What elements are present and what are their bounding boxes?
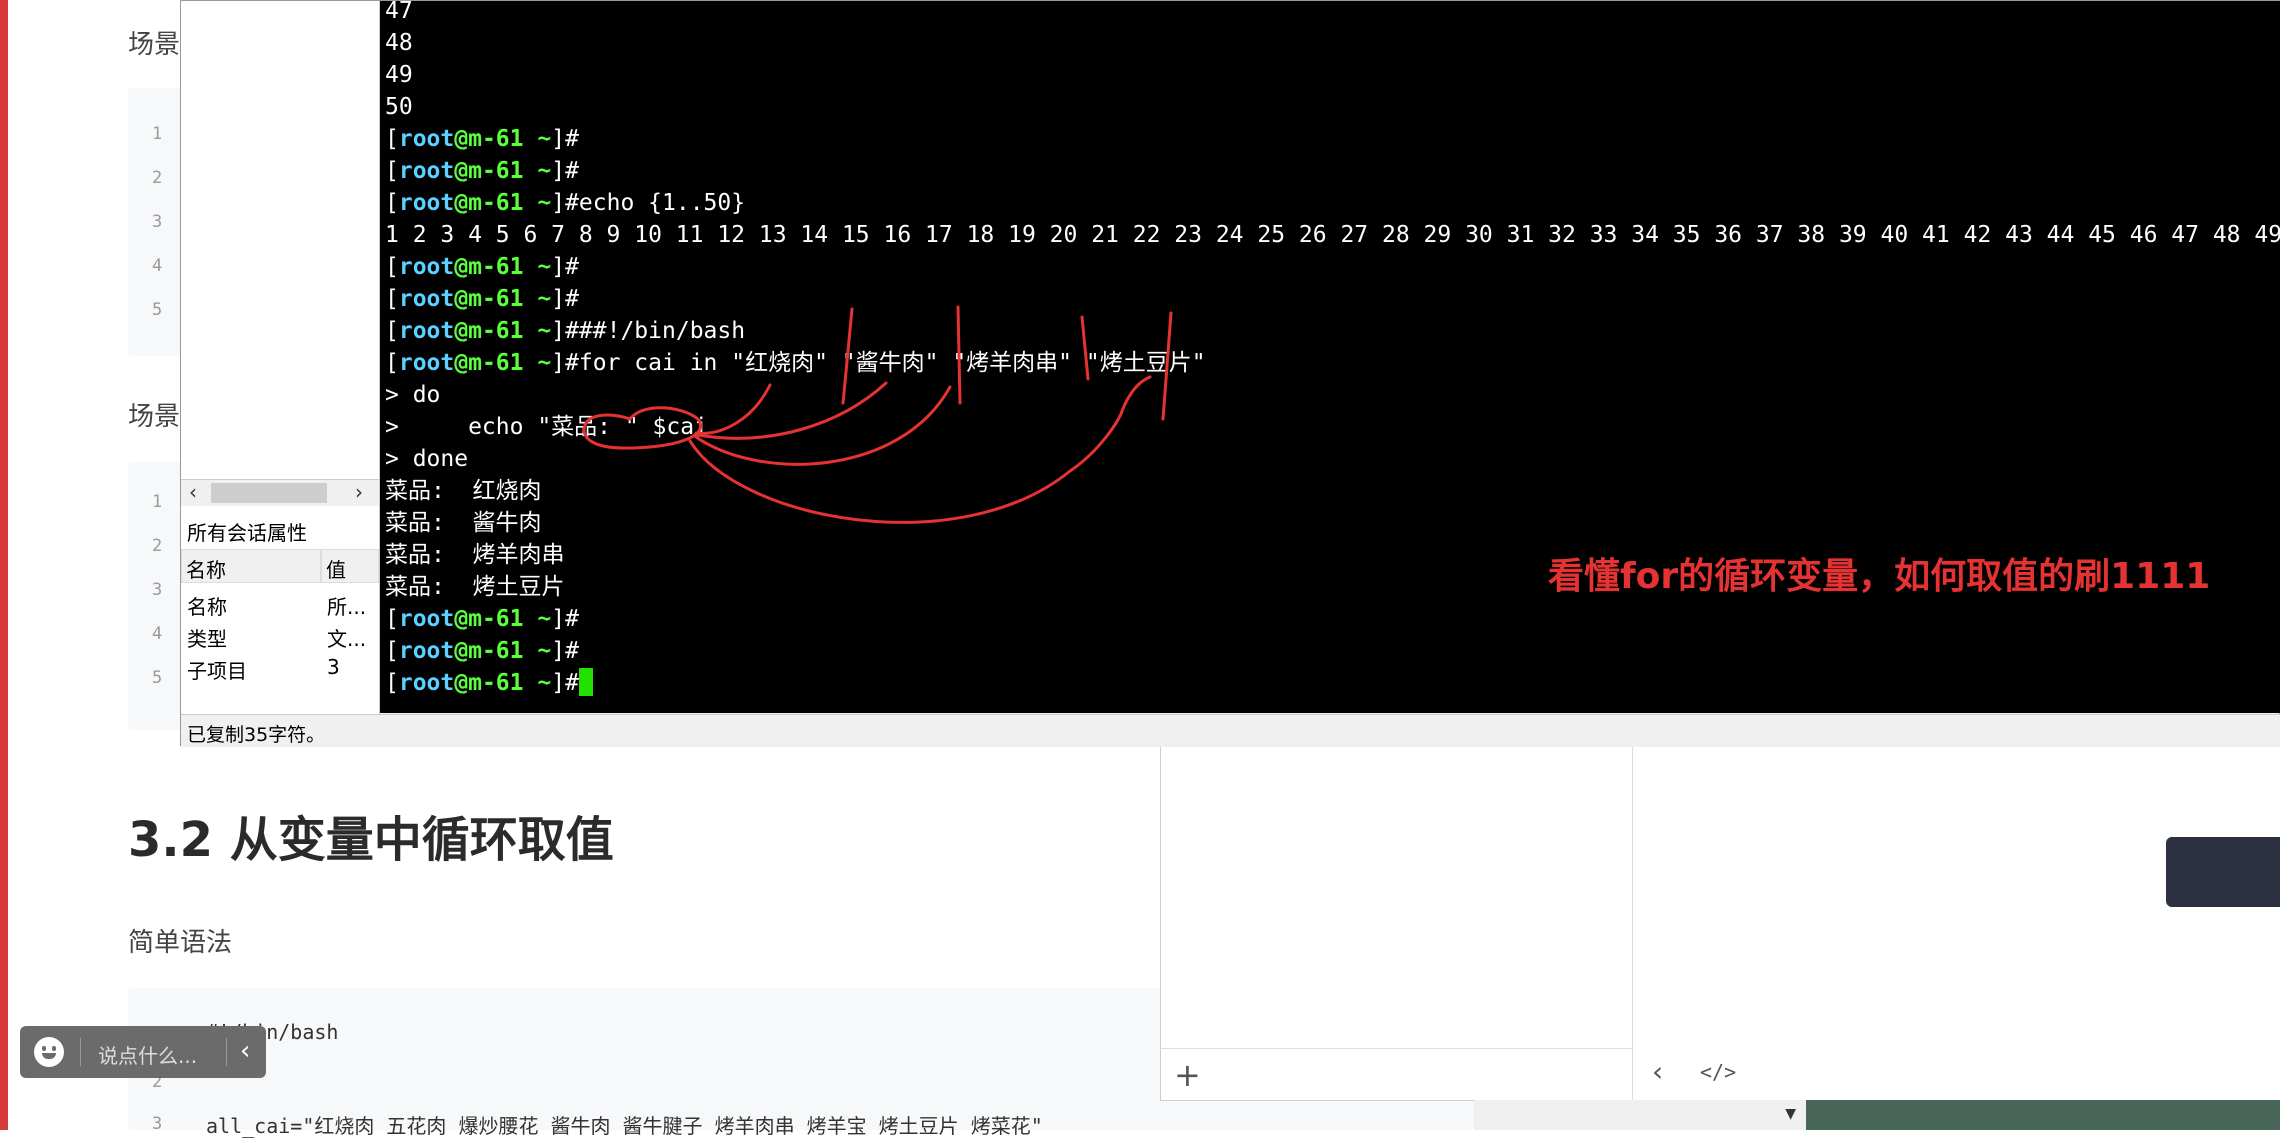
terminal-prompt-line: [root@m-61 ~]# [385, 667, 593, 699]
terminal-output-line: 47 [385, 1, 413, 24]
prompt-cwd: ~ [537, 126, 552, 152]
line-number: 4 [152, 624, 163, 644]
terminal-prompt-line: [root@m-61 ~]# [385, 254, 579, 280]
result-line: 菜品: 酱牛肉 [385, 510, 542, 536]
terminal-prompt-line: [root@m-61 ~]# [385, 158, 579, 184]
left-accent-bar [0, 0, 8, 1130]
line-number: 1 [152, 124, 163, 144]
continuation-line: > done [385, 446, 469, 472]
result-line: 菜品: 烤土豆片 [385, 574, 565, 600]
code-line: all_cai="红烧肉 五花肉 爆炒腰花 酱牛肉 酱牛腱子 烤羊肉串 烤羊宝 … [206, 1114, 1043, 1138]
terminal-prompt-line: [root@m-61 ~]# [385, 286, 579, 312]
terminal-cursor [578, 668, 593, 696]
code-block-2: 1 2 3 4 5 [128, 462, 188, 730]
prop-row-value: 所... [327, 595, 367, 619]
continuation-line: > do [385, 382, 441, 408]
line-number: 2 [152, 536, 163, 556]
panel-divider [1632, 745, 1633, 1100]
line-number: 1 [152, 492, 163, 512]
simple-syntax-label: 简单语法 [128, 928, 233, 958]
prop-row-value: 文... [327, 627, 367, 651]
terminal-output-line: 48 [385, 30, 413, 56]
code-block-1: 1 2 3 4 5 [128, 88, 188, 356]
result-line: 菜品: 烤羊肉串 [385, 542, 565, 568]
scene-label-1: 场景 [128, 30, 181, 60]
prompt-host: m-61 [468, 126, 524, 152]
line-number: 4 [152, 256, 163, 276]
green-footer-strip [1806, 1100, 2280, 1130]
dropdown-strip[interactable]: ▼ [1474, 1100, 1806, 1130]
status-text: 已复制35字符。 [187, 724, 326, 746]
prop-row-name: 子项目 [187, 659, 247, 683]
section-heading: 3.2 从变量中循环取值 [128, 812, 614, 868]
plus-icon[interactable]: + [1174, 1059, 1201, 1091]
chevron-left-icon[interactable]: ‹ [1652, 1058, 1663, 1086]
scroll-thumb[interactable] [211, 483, 327, 503]
scene-label-2: 场景 [128, 402, 181, 432]
terminal-prompt-line: [root@m-61 ~]###!/bin/bash [385, 318, 746, 344]
status-bar: 已复制35字符。 [181, 714, 2280, 747]
echo-output-line: 1 2 3 4 5 6 7 8 9 10 11 12 13 14 15 16 1… [385, 222, 2280, 248]
dark-floating-button[interactable] [2166, 837, 2280, 907]
result-line: 菜品: 红烧肉 [385, 478, 542, 504]
terminal-screen[interactable]: 47 48 49 50 [root@m-61 ~]# [root@m-61 ~]… [380, 1, 2280, 713]
collapse-chevron-icon[interactable]: ‹ [240, 1036, 250, 1066]
scroll-left-icon[interactable]: ‹ [189, 480, 197, 504]
properties-title: 所有会话属性 [187, 521, 307, 545]
prop-row-name: 类型 [187, 627, 227, 651]
horizontal-scrollbar[interactable]: ‹ › [181, 479, 379, 506]
terminal-output-line: 49 [385, 62, 413, 88]
line-number: 5 [152, 300, 163, 320]
terminal-prompt-line: [root@m-61 ~]#echo {1..50} [385, 190, 746, 216]
terminal-app-window: ‹ › 所有会话属性 名称 值 名称 所... 类型 文... 子项目 3 47… [180, 0, 2280, 747]
column-header-value[interactable]: 值 [321, 549, 379, 583]
column-header-name[interactable]: 名称 [181, 549, 321, 583]
line-number: 3 [152, 212, 163, 232]
prop-row-name: 名称 [187, 595, 227, 619]
panel-footer: + [1160, 1048, 1632, 1101]
prop-row-value: 3 [327, 655, 340, 679]
continuation-line: > echo "菜品: " $cai [385, 414, 708, 440]
terminal-prompt-line: [root@m-61 ~]#for cai in "红烧肉" "酱牛肉" "烤羊… [385, 350, 1206, 376]
line-number: 3 [152, 1114, 163, 1134]
terminal-prompt-line: [root@m-61 ~]# [385, 126, 579, 152]
session-sidebar: ‹ › 所有会话属性 名称 值 名称 所... 类型 文... 子项目 3 [181, 1, 380, 714]
terminal-prompt-line: [root@m-61 ~]# [385, 638, 579, 664]
emoji-icon[interactable] [34, 1037, 64, 1067]
scroll-right-icon[interactable]: › [355, 480, 363, 504]
comment-widget[interactable]: 说点什么... ‹ [20, 1026, 266, 1078]
dropdown-arrow-icon[interactable]: ▼ [1785, 1106, 1796, 1122]
terminal-prompt-line: [root@m-61 ~]# [385, 606, 579, 632]
line-number: 5 [152, 668, 163, 688]
prompt-user: root [398, 126, 455, 152]
annotation-text: 看懂for的循环变量，如何取值的刷1111 [1548, 556, 2211, 597]
terminal-output-line: 50 [385, 94, 413, 120]
comment-input[interactable]: 说点什么... [98, 1040, 197, 1069]
line-number: 2 [152, 168, 163, 188]
code-icon[interactable]: </> [1700, 1062, 1736, 1082]
line-number: 3 [152, 580, 163, 600]
